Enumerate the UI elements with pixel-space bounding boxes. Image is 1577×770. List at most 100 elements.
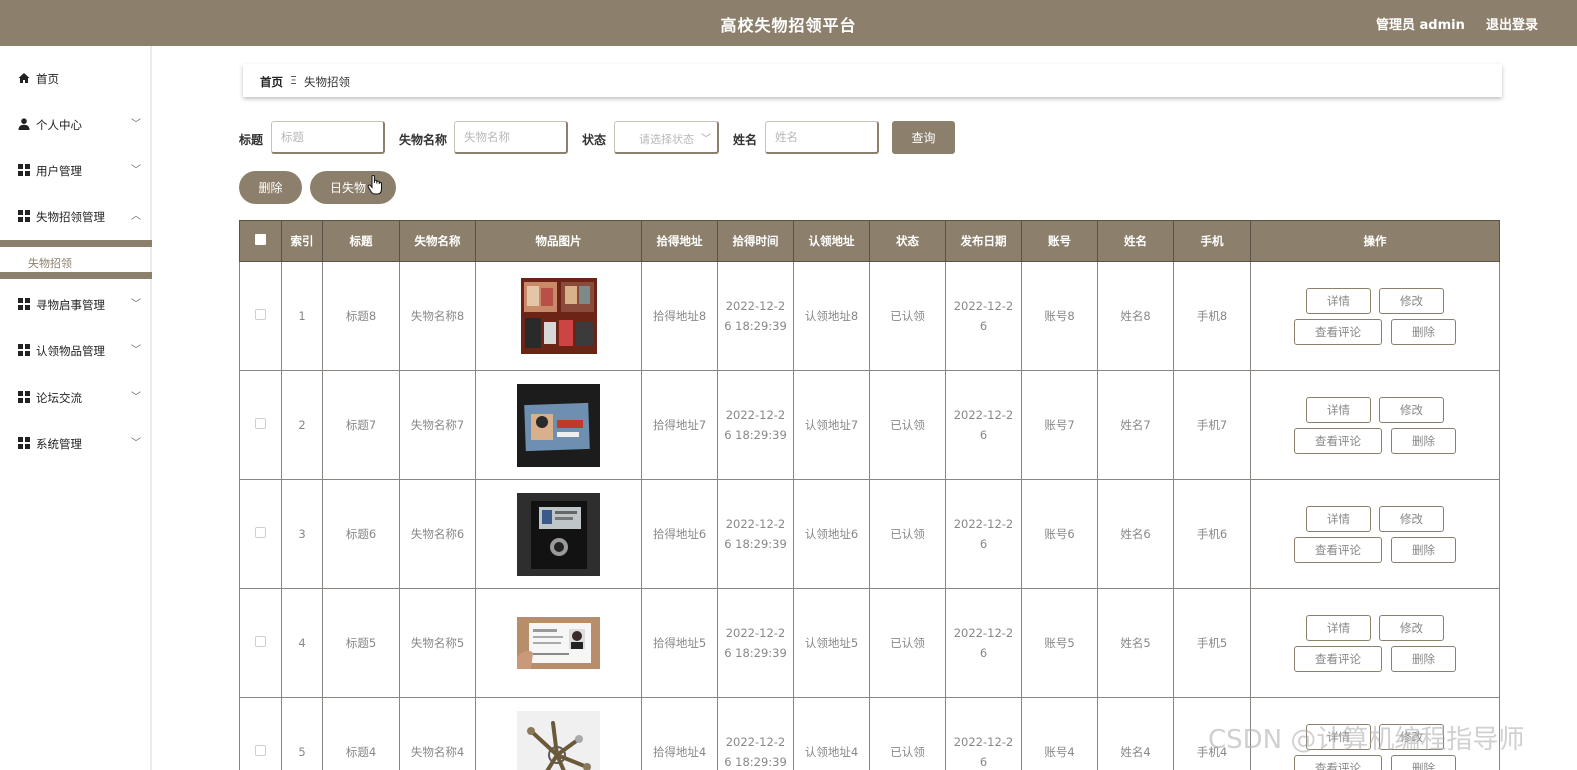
header-phone: 手机	[1173, 220, 1251, 262]
grid-icon	[18, 437, 30, 449]
row-checkbox[interactable]	[255, 309, 266, 320]
item-image-cell	[475, 697, 642, 770]
header-account: 账号	[1021, 220, 1098, 262]
header-name: 姓名	[1097, 220, 1174, 262]
breadcrumb-home[interactable]: 首页	[260, 74, 283, 90]
view-comments-button[interactable]: 查看评论	[1294, 427, 1382, 454]
query-button[interactable]: 查询	[892, 121, 955, 154]
title-cell: 标题6	[322, 479, 400, 589]
edit-button[interactable]: 修改	[1379, 723, 1444, 750]
found-time-line2: 6 18:29:39	[724, 646, 787, 660]
delete-button[interactable]: 删除	[1391, 318, 1456, 345]
edit-button[interactable]: 修改	[1379, 505, 1444, 532]
table-row: 5 标题4 失物名称4 拾得地址4 2022-12-2 6 18:29:39 认领地址4 已认…	[239, 697, 1500, 770]
delete-button[interactable]: 删除	[1391, 645, 1456, 672]
edit-button[interactable]: 修改	[1379, 614, 1444, 641]
publish-date-line2: 6	[979, 646, 988, 660]
sidebar-item-claimed-items-management[interactable]: 认领物品管理 ﹀	[0, 339, 150, 363]
index-cell: 5	[281, 697, 323, 770]
header-select-all	[239, 220, 282, 262]
row-checkbox[interactable]	[255, 745, 266, 756]
chevron-down-icon: ﹀	[701, 134, 711, 145]
sidebar-item-user-management[interactable]: 用户管理 ﹀	[0, 159, 150, 183]
found-address-cell: 拾得地址8	[641, 261, 718, 371]
found-time-line2: 6 18:29:39	[724, 428, 787, 442]
chevron-down-icon: ﹀	[131, 119, 141, 130]
row-select-cell	[239, 697, 282, 770]
item-name-cell: 失物名称7	[399, 370, 476, 480]
table-body: 1 标题8 失物名称8 拾得地址8 2022-12-2 6 18:29:39 认领地址8 已认…	[239, 261, 1500, 770]
grid-icon	[18, 344, 30, 356]
sidebar-item-label: 寻物启事管理	[36, 298, 105, 312]
row-actions: 详情 修改查看评论 删除	[1251, 723, 1499, 770]
sidebar-item-system-management[interactable]: 系统管理 ﹀	[0, 432, 150, 456]
row-checkbox[interactable]	[255, 527, 266, 538]
claim-address-cell: 认领地址8	[793, 261, 870, 371]
row-checkbox[interactable]	[255, 636, 266, 647]
row-actions: 详情 修改查看评论 删除	[1251, 614, 1499, 672]
view-comments-button[interactable]: 查看评论	[1294, 536, 1382, 563]
delete-button[interactable]: 删除	[1391, 427, 1456, 454]
select-all-checkbox[interactable]	[255, 234, 266, 245]
name-cell: 姓名8	[1097, 261, 1174, 371]
detail-button[interactable]: 详情	[1306, 723, 1371, 750]
top-header: 高校失物招领平台 管理员 admin 退出登录	[0, 0, 1577, 46]
batch-delete-button[interactable]: 删除	[239, 171, 302, 204]
lost-found-table: 索引 标题 失物名称 物品图片 拾得地址 拾得时间 认领地址 状态 发布日期 账…	[239, 220, 1500, 770]
item-name-cell: 失物名称5	[399, 588, 476, 698]
publish-date-line1: 2022-12-2	[953, 517, 1014, 531]
sidebar-subitem-label: 失物招领	[28, 257, 72, 270]
account-cell: 账号6	[1021, 479, 1098, 589]
title-search-input[interactable]	[271, 121, 385, 154]
sidebar-item-lost-notice-management[interactable]: 寻物启事管理 ﹀	[0, 293, 150, 317]
person-name-search-input[interactable]	[765, 121, 879, 154]
sidebar-item-personal-center[interactable]: 个人中心 ﹀	[0, 113, 150, 137]
sidebar-item-forum[interactable]: 论坛交流 ﹀	[0, 386, 150, 410]
sidebar-item-label: 用户管理	[36, 164, 82, 178]
card-photo	[517, 383, 600, 467]
table-row: 3 标题6 失物名称6 拾得地址6 2022-12-2 6 18:29:39 认领地址6 已认…	[239, 479, 1500, 589]
chevron-down-icon: ﹀	[131, 299, 141, 310]
found-address-cell: 拾得地址5	[641, 588, 718, 698]
row-checkbox[interactable]	[255, 418, 266, 429]
row-actions: 详情 修改查看评论 删除	[1251, 287, 1499, 345]
phone-cell: 手机8	[1173, 261, 1251, 371]
item-name-cell: 失物名称8	[399, 261, 476, 371]
view-comments-button[interactable]: 查看评论	[1294, 318, 1382, 345]
grid-icon	[18, 298, 30, 310]
item-image-cell	[475, 261, 642, 371]
sidebar-item-home[interactable]: 首页	[0, 67, 150, 91]
view-comments-button[interactable]: 查看评论	[1294, 754, 1382, 770]
item-name-search-input[interactable]	[454, 121, 568, 154]
table-row: 2 标题7 失物名称7 拾得地址7 2022-12-2 6 18:29:39 认领地址7 已认…	[239, 370, 1500, 480]
status-cell: 已认领	[869, 261, 946, 371]
logout-link[interactable]: 退出登录	[1486, 14, 1538, 33]
detail-button[interactable]: 详情	[1306, 505, 1371, 532]
delete-button[interactable]: 删除	[1391, 536, 1456, 563]
detail-button[interactable]: 详情	[1306, 614, 1371, 641]
detail-button[interactable]: 详情	[1306, 287, 1371, 314]
title-cell: 标题7	[322, 370, 400, 480]
publish-date-line1: 2022-12-2	[953, 299, 1014, 313]
edit-button[interactable]: 修改	[1379, 287, 1444, 314]
publish-date-line2: 6	[979, 537, 988, 551]
publish-date-line2: 6	[979, 428, 988, 442]
lost-items-button[interactable]: 日失物	[310, 171, 396, 204]
publish-date-line2: 6	[979, 755, 988, 769]
status-select[interactable]: 请选择状态 ﹀	[614, 121, 719, 154]
name-cell: 姓名6	[1097, 479, 1174, 589]
detail-button[interactable]: 详情	[1306, 396, 1371, 423]
row-select-cell	[239, 370, 282, 480]
title-cell: 标题8	[322, 261, 400, 371]
row-select-cell	[239, 261, 282, 371]
publish-date-cell: 2022-12-2 6	[945, 370, 1022, 480]
view-comments-button[interactable]: 查看评论	[1294, 645, 1382, 672]
delete-button[interactable]: 删除	[1391, 754, 1456, 770]
status-select-placeholder: 请选择状态	[639, 133, 694, 146]
publish-date-line1: 2022-12-2	[953, 626, 1014, 640]
breadcrumb-current: 失物招领	[304, 75, 350, 89]
sidebar-item-lost-found-management[interactable]: 失物招领管理 ︿	[0, 205, 150, 229]
edit-button[interactable]: 修改	[1379, 396, 1444, 423]
row-actions: 详情 修改查看评论 删除	[1251, 505, 1499, 563]
row-select-cell	[239, 479, 282, 589]
